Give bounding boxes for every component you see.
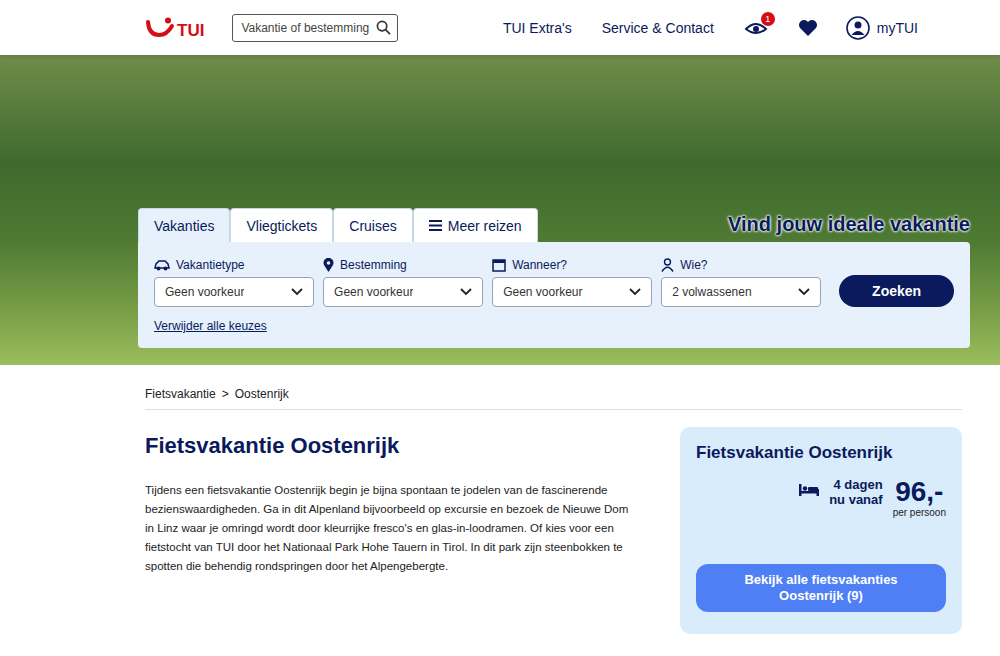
chevron-down-icon	[460, 288, 472, 296]
tab[interactable]: Cruises	[333, 208, 412, 242]
price-amount: 96,-	[895, 477, 943, 507]
chevron-down-icon	[629, 288, 641, 296]
tab-label: Vakanties	[154, 218, 214, 234]
search-field: Wanneer? Geen voorkeur	[492, 258, 652, 307]
nav-link[interactable]: TUI Extra's	[503, 20, 572, 36]
tui-logo[interactable]: TUI	[145, 17, 204, 39]
card-title: Fietsvakantie Oostenrijk	[696, 443, 946, 463]
viewed-button[interactable]: 1	[744, 19, 768, 37]
user-icon	[846, 16, 870, 40]
main-nav: TUI Extra's Service & Contact 1 myTUI	[503, 16, 918, 40]
calendar-icon	[492, 258, 506, 272]
main-row: Fietsvakantie Oostenrijk Tijdens een fiet…	[145, 427, 962, 634]
site-search[interactable]: Vakantie of bestemming	[232, 14, 398, 42]
hero: Vakanties Vliegtickets Cruises Meer reizen V…	[0, 55, 1000, 365]
field-label: Bestemming	[323, 258, 483, 272]
field-label: Wanneer?	[492, 258, 652, 272]
field-label-text: Bestemming	[340, 258, 407, 272]
chevron-down-icon	[798, 288, 810, 296]
field-select[interactable]: Geen voorkeur	[154, 277, 314, 307]
field-value: 2 volwassenen	[672, 285, 751, 299]
breadcrumb-separator: >	[222, 387, 229, 401]
field-row: Vakantietype Geen voorkeur Bestemming Geen …	[154, 258, 954, 307]
tab-label: Meer reizen	[448, 218, 522, 234]
viewed-badge: 1	[761, 12, 775, 26]
hero-title: Vind jouw ideale vakantie	[728, 213, 970, 242]
search-panel: Vakantietype Geen voorkeur Bestemming Geen …	[138, 242, 970, 348]
field-label: Wie?	[661, 258, 821, 272]
chevron-down-icon	[291, 288, 303, 296]
search-field: Bestemming Geen voorkeur	[323, 258, 483, 307]
tab[interactable]: Vakanties	[138, 208, 230, 242]
search-field: Vakantietype Geen voorkeur	[154, 258, 314, 307]
header: TUI Vakantie of bestemming TUI Extra's Serv…	[0, 0, 1000, 55]
article-body: Tijdens een fietsvakantie Oostenrijk beg…	[145, 481, 640, 576]
field-value: Geen voorkeur	[503, 285, 582, 299]
breadcrumb-item[interactable]: Fietsvakantie	[145, 387, 216, 401]
page: TUI Vakantie of bestemming TUI Extra's Serv…	[0, 0, 1000, 656]
pin-icon	[323, 258, 334, 272]
view-all-button[interactable]: Bekijk alle fietsvakanties Oostenrijk (9…	[696, 564, 946, 612]
tab-label: Cruises	[349, 218, 396, 234]
breadcrumb-item[interactable]: Oostenrijk	[235, 387, 289, 401]
duration-days: 4 dagen	[834, 477, 883, 492]
smile-logo-icon	[145, 17, 175, 39]
article-title: Fietsvakantie Oostenrijk	[145, 433, 640, 459]
magnifier-icon	[376, 20, 391, 35]
field-value: Geen voorkeur	[165, 285, 244, 299]
field-label-text: Vakantietype	[176, 258, 245, 272]
duration: 4 dagennu vanaf	[829, 477, 882, 507]
account-label: myTUI	[877, 20, 918, 36]
field-select[interactable]: 2 volwassenen	[661, 277, 821, 307]
price-note: nu vanaf	[829, 492, 882, 507]
bed-icon	[799, 483, 819, 496]
price: 96,-per persoon	[893, 477, 946, 518]
tab[interactable]: Meer reizen	[413, 208, 538, 242]
reset-link[interactable]: Verwijder alle keuzes	[154, 319, 267, 333]
heart-icon[interactable]	[798, 19, 818, 37]
car-icon	[154, 260, 170, 271]
tab-label: Vliegtickets	[246, 218, 317, 234]
price-row: 4 dagennu vanaf 96,-per persoon	[696, 477, 946, 518]
field-select[interactable]: Geen voorkeur	[323, 277, 483, 307]
account-link[interactable]: myTUI	[846, 16, 918, 40]
search-button[interactable]: Zoeken	[839, 275, 954, 307]
search-field: Wie? 2 volwassenen	[661, 258, 821, 307]
content: Fietsvakantie > Oostenrijk Fietsvakantie Oo…	[0, 365, 1000, 634]
search-placeholder: Vakantie of bestemming	[241, 21, 369, 35]
article: Fietsvakantie Oostenrijk Tijdens een fiet…	[145, 427, 640, 634]
tab-row: Vakanties Vliegtickets Cruises Meer reizen V…	[138, 208, 970, 242]
tab[interactable]: Vliegtickets	[230, 208, 333, 242]
field-select[interactable]: Geen voorkeur	[492, 277, 652, 307]
search-widget: Vakanties Vliegtickets Cruises Meer reizen V…	[0, 55, 1000, 348]
field-label-text: Wie?	[680, 258, 707, 272]
field-label-text: Wanneer?	[512, 258, 567, 272]
field-label: Vakantietype	[154, 258, 314, 272]
price-card: Fietsvakantie Oostenrijk 4 dagennu vanaf 9…	[680, 427, 962, 634]
field-value: Geen voorkeur	[334, 285, 413, 299]
price-unit: per persoon	[893, 507, 946, 518]
nav-link[interactable]: Service & Contact	[602, 20, 714, 36]
logo-text: TUI	[177, 22, 204, 39]
menu-icon	[429, 220, 442, 231]
person-icon	[661, 258, 674, 272]
breadcrumb: Fietsvakantie > Oostenrijk	[145, 387, 962, 410]
